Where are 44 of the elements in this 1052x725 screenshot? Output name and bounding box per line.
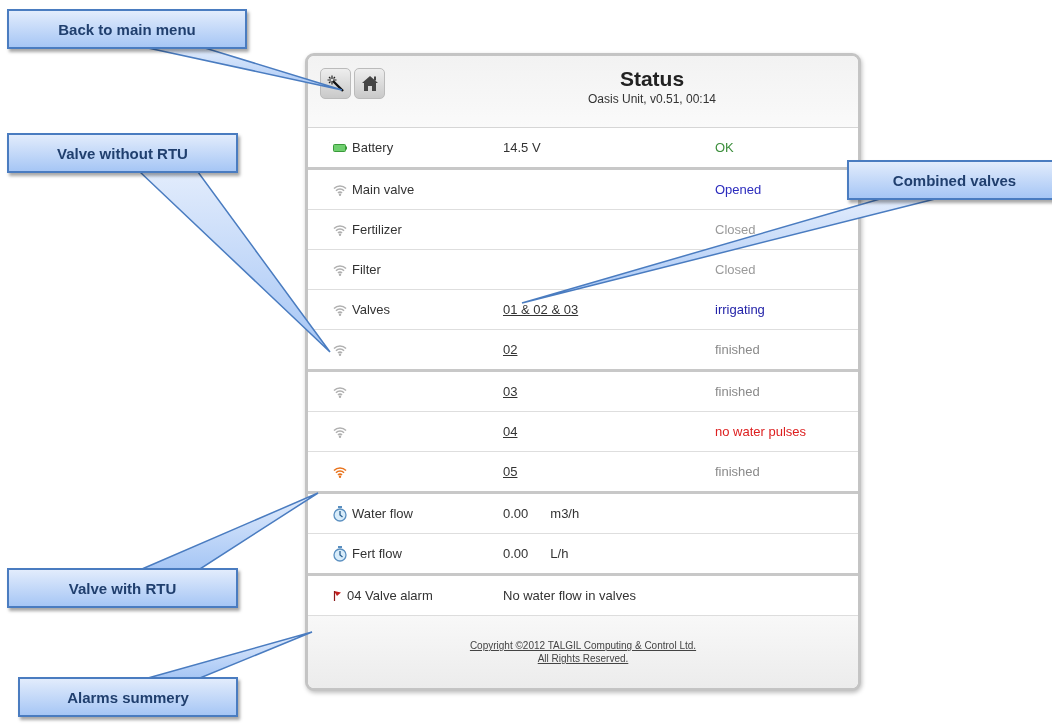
row-label: Main valve bbox=[352, 182, 415, 197]
unit-info: Oasis Unit, v0.51, 00:14 bbox=[587, 91, 717, 107]
valve-link[interactable]: 01 & 02 & 03 bbox=[503, 302, 579, 317]
callout: Alarms summery bbox=[18, 677, 238, 717]
copyright-link[interactable]: Copyright ©2012 TALGIL Computing & Control Ltd. bbox=[469, 639, 697, 652]
callout: Back to main menu bbox=[7, 9, 247, 49]
callout: Valve with RTU bbox=[7, 568, 238, 608]
status-text: finished bbox=[715, 342, 760, 357]
status-text: finished bbox=[715, 384, 760, 399]
row-label: Fertilizer bbox=[352, 222, 402, 237]
valve-link[interactable]: 05 bbox=[503, 464, 518, 479]
home-button[interactable] bbox=[354, 68, 385, 99]
callout: Valve without RTU bbox=[7, 133, 238, 173]
row-value: 0.00 bbox=[503, 506, 529, 521]
status-text: irrigating bbox=[715, 302, 765, 317]
home-icon bbox=[360, 75, 379, 92]
copyright-link[interactable]: All Rights Reserved. bbox=[537, 652, 629, 665]
valve-link[interactable]: 04 bbox=[503, 424, 518, 439]
valve-link[interactable]: 03 bbox=[503, 384, 518, 399]
row-label: Battery bbox=[352, 140, 394, 155]
row-label: Valves bbox=[352, 302, 391, 317]
status-text: no water pulses bbox=[715, 424, 807, 439]
status-text: OK bbox=[715, 140, 734, 155]
status-text: Closed bbox=[715, 222, 756, 237]
row-value: 0.00 bbox=[503, 546, 529, 561]
battery-icon bbox=[333, 143, 347, 152]
row-label: Fert flow bbox=[352, 546, 402, 561]
row-value: No water flow in valves bbox=[503, 588, 636, 603]
row-value: 14.5 V bbox=[503, 140, 541, 155]
tools-button[interactable] bbox=[320, 68, 351, 99]
valve-link[interactable]: 02 bbox=[503, 342, 518, 357]
stopwatch-icon bbox=[333, 545, 347, 562]
callout: Combined valves bbox=[847, 160, 1052, 200]
row-label: Water flow bbox=[352, 506, 413, 521]
status-text: Closed bbox=[715, 262, 756, 277]
unit-label: m3/h bbox=[550, 506, 580, 521]
page-title: Status bbox=[619, 67, 685, 91]
row-label: Filter bbox=[352, 262, 381, 277]
status-text: Opened bbox=[715, 182, 762, 197]
flag-icon bbox=[333, 589, 342, 602]
status-text: finished bbox=[715, 464, 760, 479]
row-label: 04 Valve alarm bbox=[347, 588, 433, 603]
stopwatch-icon bbox=[333, 505, 347, 522]
unit-label: L/h bbox=[550, 546, 569, 561]
